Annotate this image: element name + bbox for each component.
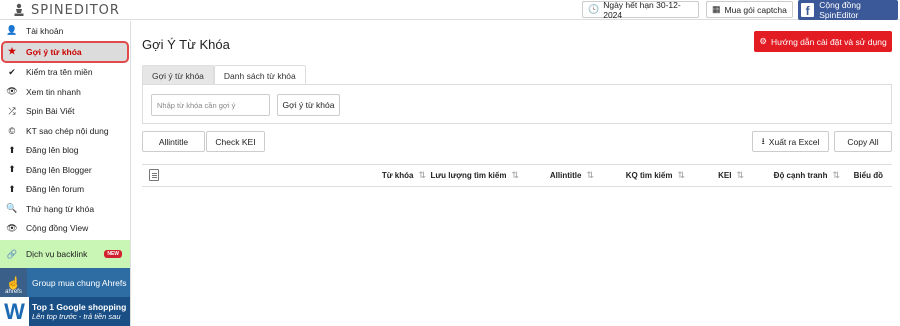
tab-bar: Gợi ý từ khóa Danh sách từ khóa bbox=[142, 65, 306, 85]
backlink-label: Dịch vụ backlink bbox=[26, 249, 88, 259]
qrcode-icon: ▦ bbox=[712, 4, 721, 14]
column-label: Từ khóa bbox=[381, 171, 414, 180]
column-label: KEI bbox=[718, 171, 732, 180]
sidebar-item-label: Xem tin nhanh bbox=[26, 86, 81, 97]
column-header-keyword[interactable]: Từ khóa ⇅ bbox=[166, 165, 430, 186]
ahrefs-label: Group mua chung Ahrefs bbox=[32, 277, 127, 288]
download-icon: ⭳ bbox=[761, 135, 765, 146]
sidebar-item-post-forum[interactable]: ⬆ Đăng lên forum bbox=[0, 180, 130, 200]
shuffle-icon: ⤮ bbox=[8, 105, 16, 116]
sidebar-item-post-blogger[interactable]: ⬆ Đăng lên Blogger bbox=[0, 160, 130, 180]
expiry-button[interactable]: 🕓 Ngày hết hạn 30-12-2024 bbox=[582, 0, 699, 20]
keyword-input[interactable] bbox=[151, 94, 270, 116]
check-icon: ✔ bbox=[8, 66, 16, 77]
sidebar-item-label: Kiểm tra tên miền bbox=[26, 67, 93, 78]
column-header-search-results[interactable]: KQ tìm kiếm ⇅ bbox=[598, 165, 689, 186]
sidebar-item-backlink-service[interactable]: 🔗 Dịch vụ backlink NEW bbox=[0, 240, 130, 268]
sort-icon: ⇅ bbox=[677, 170, 685, 180]
sidebar-item-label: Spin Bài Viết bbox=[26, 106, 75, 117]
guide-button[interactable]: ⚙ Hướng dẫn cài đặt và sử dụng bbox=[754, 31, 892, 52]
clock-icon: 🕓 bbox=[588, 4, 600, 14]
column-header-competition[interactable]: Độ cạnh tranh ⇅ bbox=[748, 165, 844, 186]
column-label: Biểu đồ bbox=[853, 171, 883, 180]
ahrefs-logo: ☝ ahrefs bbox=[0, 268, 27, 297]
app-logo[interactable]: SPINEDITOR bbox=[12, 2, 120, 18]
guide-button-label: Hướng dẫn cài đặt và sử dụng bbox=[770, 36, 887, 47]
captcha-label: Mua gói captcha bbox=[724, 4, 787, 15]
allintitle-button[interactable]: Allintitle bbox=[142, 131, 205, 152]
eye-icon: 👁 bbox=[6, 86, 18, 97]
user-icon: 👤 bbox=[6, 25, 18, 36]
tab-keyword-suggest[interactable]: Gợi ý từ khóa bbox=[142, 65, 214, 85]
w-logo-icon: W bbox=[0, 297, 29, 326]
copy-all-button[interactable]: Copy All bbox=[834, 131, 892, 152]
main-content: Gợi Ý Từ Khóa ⚙ Hướng dẫn cài đặt và sử … bbox=[132, 21, 900, 326]
export-excel-button[interactable]: ⭳ Xuất ra Excel bbox=[752, 131, 829, 152]
table-header: Từ khóa ⇅ Lưu lượng tìm kiếm ⇅ Allintitl… bbox=[142, 164, 892, 187]
new-badge: NEW bbox=[104, 250, 122, 258]
ahrefs-group-banner[interactable]: ☝ ahrefs Group mua chung Ahrefs bbox=[0, 268, 130, 297]
column-label: Độ cạnh tranh bbox=[773, 171, 828, 180]
expiry-label: Ngày hết hạn 30-12-2024 bbox=[603, 0, 681, 20]
sort-icon: ⇅ bbox=[736, 170, 744, 180]
document-icon[interactable] bbox=[149, 169, 159, 181]
sidebar-item-label: Thứ hạng từ khóa bbox=[26, 203, 95, 214]
community-facebook-button[interactable]: f Cộng đồng SpinEditor bbox=[798, 0, 898, 20]
sidebar-item-label: Đăng lên Blogger bbox=[26, 164, 92, 175]
page-title: Gợi Ý Từ Khóa bbox=[142, 37, 230, 52]
sidebar-item-keyword-suggest[interactable]: ★ Gợi ý từ khóa bbox=[1, 40, 129, 63]
sidebar-item-domain-check[interactable]: ✔ Kiểm tra tên miền bbox=[0, 63, 130, 83]
sidebar-item-label: Cộng đồng View bbox=[26, 223, 89, 234]
sort-icon: ⇅ bbox=[511, 170, 519, 180]
link-icon: 🔗 bbox=[6, 248, 18, 259]
gear-icon: ⚙ bbox=[759, 36, 767, 46]
sort-icon: ⇅ bbox=[418, 170, 426, 180]
search-icon: 🔍 bbox=[6, 203, 18, 214]
sidebar-item-account[interactable]: 👤 Tài khoản bbox=[0, 21, 130, 41]
upload-icon: ⬆ bbox=[8, 183, 16, 194]
upload-icon: ⬆ bbox=[8, 164, 16, 175]
export-label: Xuất ra Excel bbox=[768, 136, 820, 147]
suggest-panel: Gợi ý từ khóa bbox=[142, 84, 892, 124]
copyright-icon: © bbox=[8, 125, 16, 136]
sidebar-item-community-view[interactable]: 👁 Cộng đồng View bbox=[0, 219, 130, 239]
suggest-keyword-button[interactable]: Gợi ý từ khóa bbox=[277, 94, 340, 116]
column-header-kei[interactable]: KEI ⇅ bbox=[689, 165, 748, 186]
sort-icon: ⇅ bbox=[586, 170, 594, 180]
sidebar-item-label: Đăng lên forum bbox=[26, 184, 85, 195]
column-label: KQ tìm kiếm bbox=[625, 171, 673, 180]
ahrefs-logo-text: ahrefs bbox=[5, 289, 22, 295]
sidebar-item-post-blog[interactable]: ⬆ Đăng lên blog bbox=[0, 141, 130, 161]
app-name: SPINEDITOR bbox=[31, 2, 120, 18]
top-bar: SPINEDITOR 🕓 Ngày hết hạn 30-12-2024 ▦ M… bbox=[0, 0, 900, 20]
community-label: Cộng đồng SpinEditor bbox=[819, 0, 861, 20]
sort-icon: ⇅ bbox=[832, 170, 840, 180]
column-header-chart: Biểu đồ bbox=[844, 165, 889, 186]
sidebar-item-quick-news[interactable]: 👁 Xem tin nhanh bbox=[0, 82, 130, 102]
sidebar-item-label: Đăng lên blog bbox=[26, 145, 79, 156]
facebook-icon: f bbox=[801, 3, 815, 17]
sidebar-item-label: Tài khoản bbox=[26, 25, 64, 36]
column-header-allintitle[interactable]: Allintitle ⇅ bbox=[523, 165, 598, 186]
sidebar-item-label: KT sao chép nội dung bbox=[26, 125, 109, 136]
google-shopping-banner[interactable]: W Top 1 Google shopping Lên top trước - … bbox=[0, 297, 130, 326]
sidebar-item-spin-article[interactable]: ⤮ Spin Bài Viết bbox=[0, 102, 130, 122]
pointer-hand-icon: ☝ bbox=[6, 276, 21, 290]
upload-icon: ⬆ bbox=[8, 144, 16, 155]
sidebar: 👤 Tài khoản ★ Gợi ý từ khóa ✔ Kiểm tra t… bbox=[0, 21, 131, 326]
sidebar-item-keyword-rank[interactable]: 🔍 Thứ hạng từ khóa bbox=[0, 199, 130, 219]
eye-icon: 👁 bbox=[6, 222, 18, 233]
column-label: Allintitle bbox=[549, 171, 582, 180]
tab-keyword-list[interactable]: Danh sách từ khóa bbox=[213, 65, 306, 85]
google-shopping-subtitle: Lên top trước - trả tiền sau bbox=[32, 312, 121, 321]
chess-piece-icon bbox=[12, 3, 26, 17]
column-label: Lưu lượng tìm kiếm bbox=[430, 171, 507, 180]
column-header-search-volume[interactable]: Lưu lượng tìm kiếm ⇅ bbox=[430, 165, 523, 186]
google-shopping-title: Top 1 Google shopping bbox=[32, 302, 127, 312]
buy-captcha-button[interactable]: ▦ Mua gói captcha bbox=[706, 1, 793, 18]
sidebar-item-label: Gợi ý từ khóa bbox=[26, 46, 82, 57]
star-icon: ★ bbox=[7, 46, 17, 56]
sidebar-item-copy-check[interactable]: © KT sao chép nội dung bbox=[0, 121, 130, 141]
check-kei-button[interactable]: Check KEI bbox=[206, 131, 265, 152]
